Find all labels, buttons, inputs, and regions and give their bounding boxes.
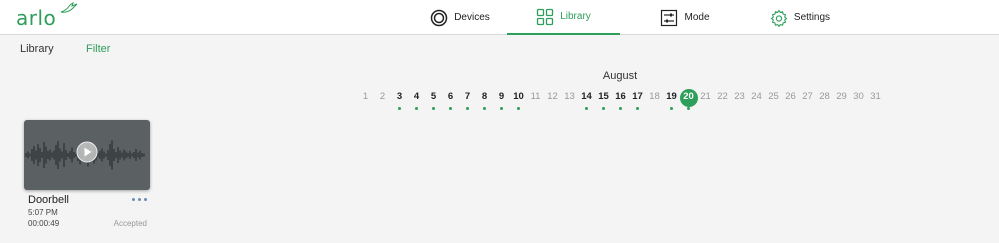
bird-icon — [60, 2, 78, 13]
filter-link[interactable]: Filter — [86, 43, 110, 55]
nav-devices[interactable]: Devices — [420, 0, 500, 35]
calendar-day-19[interactable]: 19 — [663, 89, 680, 111]
recording-status: Accepted — [113, 219, 147, 228]
calendar-day-4[interactable]: 4 — [408, 89, 425, 111]
calendar-month: August — [602, 70, 638, 82]
mode-sliders-icon — [661, 9, 678, 26]
top-navigation-bar: arlo Devices Library Mode Settings — [0, 0, 999, 35]
calendar-day-15[interactable]: 15 — [595, 89, 612, 111]
recording-duration: 00:00:49 — [28, 219, 60, 228]
calendar-day-8[interactable]: 8 — [476, 89, 493, 111]
calendar-day-30[interactable]: 30 — [850, 89, 867, 111]
logo-text: arlo — [16, 6, 57, 30]
nav-library-label: Library — [560, 11, 591, 22]
calendar-day-26[interactable]: 26 — [782, 89, 799, 111]
nav-mode-label: Mode — [684, 12, 710, 23]
recording-thumbnail[interactable] — [24, 120, 150, 190]
calendar-day-2[interactable]: 2 — [374, 89, 391, 111]
calendar-day-17[interactable]: 17 — [629, 89, 646, 111]
calendar-day-21[interactable]: 21 — [697, 89, 714, 111]
library-grid-icon — [537, 8, 554, 25]
calendar-day-7[interactable]: 7 — [459, 89, 476, 111]
nav-devices-label: Devices — [454, 12, 490, 23]
calendar-day-18[interactable]: 18 — [646, 89, 663, 111]
calendar-day-27[interactable]: 27 — [799, 89, 816, 111]
nav-mode[interactable]: Mode — [650, 0, 720, 35]
library-heading: Library — [20, 43, 54, 55]
calendar-day-5[interactable]: 5 — [425, 89, 442, 111]
devices-icon — [430, 9, 448, 26]
calendar-day-24[interactable]: 24 — [748, 89, 765, 111]
calendar-day-28[interactable]: 28 — [816, 89, 833, 111]
gear-icon — [770, 9, 788, 27]
calendar-day-3[interactable]: 3 — [391, 89, 408, 111]
calendar-day-23[interactable]: 23 — [731, 89, 748, 111]
calendar-day-11[interactable]: 11 — [527, 89, 544, 111]
nav-settings[interactable]: Settings — [760, 0, 840, 35]
calendar-day-12[interactable]: 12 — [544, 89, 561, 111]
recording-title: Doorbell — [28, 194, 69, 206]
calendar-day-29[interactable]: 29 — [833, 89, 850, 111]
calendar-day-1[interactable]: 1 — [357, 89, 374, 111]
play-icon[interactable] — [76, 141, 98, 163]
calendar-day-13[interactable]: 13 — [561, 89, 578, 111]
library-subbar: Library Filter — [0, 36, 999, 62]
calendar-day-14[interactable]: 14 — [578, 89, 595, 111]
calendar-day-9[interactable]: 9 — [493, 89, 510, 111]
calendar-day-6[interactable]: 6 — [442, 89, 459, 111]
arlo-logo[interactable]: arlo — [16, 2, 78, 32]
calendar-day-31[interactable]: 31 — [867, 89, 884, 111]
nav-settings-label: Settings — [793, 12, 831, 23]
calendar-day-20[interactable]: 20 — [679, 88, 698, 111]
calendar-day-22[interactable]: 22 — [714, 89, 731, 111]
calendar-day-16[interactable]: 16 — [612, 89, 629, 111]
calendar-day-10[interactable]: 10 — [510, 89, 527, 111]
nav-library[interactable]: Library — [507, 0, 620, 35]
recording-time: 5:07 PM — [28, 208, 58, 217]
calendar-day-25[interactable]: 25 — [765, 89, 782, 111]
more-options-icon[interactable] — [130, 194, 148, 204]
